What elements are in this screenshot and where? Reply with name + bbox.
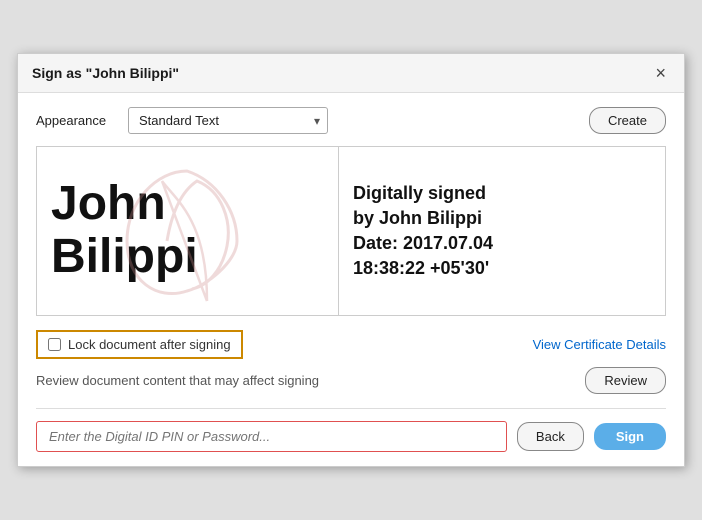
appearance-select-wrapper: Standard Text xyxy=(128,107,328,134)
signature-preview: John Bilippi Digitally signedby John Bil… xyxy=(36,146,666,316)
sign-dialog: Sign as "John Bilippi" × Appearance Stan… xyxy=(17,53,685,467)
view-certificate-link[interactable]: View Certificate Details xyxy=(533,337,666,352)
appearance-label: Appearance xyxy=(36,113,116,128)
dialog-content: Appearance Standard Text Create John Bil… xyxy=(18,93,684,466)
back-button[interactable]: Back xyxy=(517,422,584,451)
review-text: Review document content that may affect … xyxy=(36,373,319,388)
lock-label: Lock document after signing xyxy=(68,337,231,352)
close-button[interactable]: × xyxy=(651,64,670,82)
review-button[interactable]: Review xyxy=(585,367,666,394)
divider xyxy=(36,408,666,409)
bottom-row: Back Sign xyxy=(36,421,666,452)
pin-input[interactable] xyxy=(36,421,507,452)
appearance-select[interactable]: Standard Text xyxy=(128,107,328,134)
sign-button[interactable]: Sign xyxy=(594,423,666,450)
create-button[interactable]: Create xyxy=(589,107,666,134)
signature-name-area: John Bilippi xyxy=(37,147,338,315)
dialog-title: Sign as "John Bilippi" xyxy=(32,65,179,81)
signature-info-area: Digitally signedby John BilippiDate: 201… xyxy=(339,147,665,315)
lock-checkbox-area: Lock document after signing xyxy=(36,330,243,359)
appearance-row: Appearance Standard Text Create xyxy=(36,107,666,134)
lock-checkbox[interactable] xyxy=(48,338,61,351)
title-bar: Sign as "John Bilippi" × xyxy=(18,54,684,93)
signature-info-text: Digitally signedby John BilippiDate: 201… xyxy=(353,181,651,282)
lock-row: Lock document after signing View Certifi… xyxy=(36,330,666,359)
review-row: Review document content that may affect … xyxy=(36,367,666,394)
